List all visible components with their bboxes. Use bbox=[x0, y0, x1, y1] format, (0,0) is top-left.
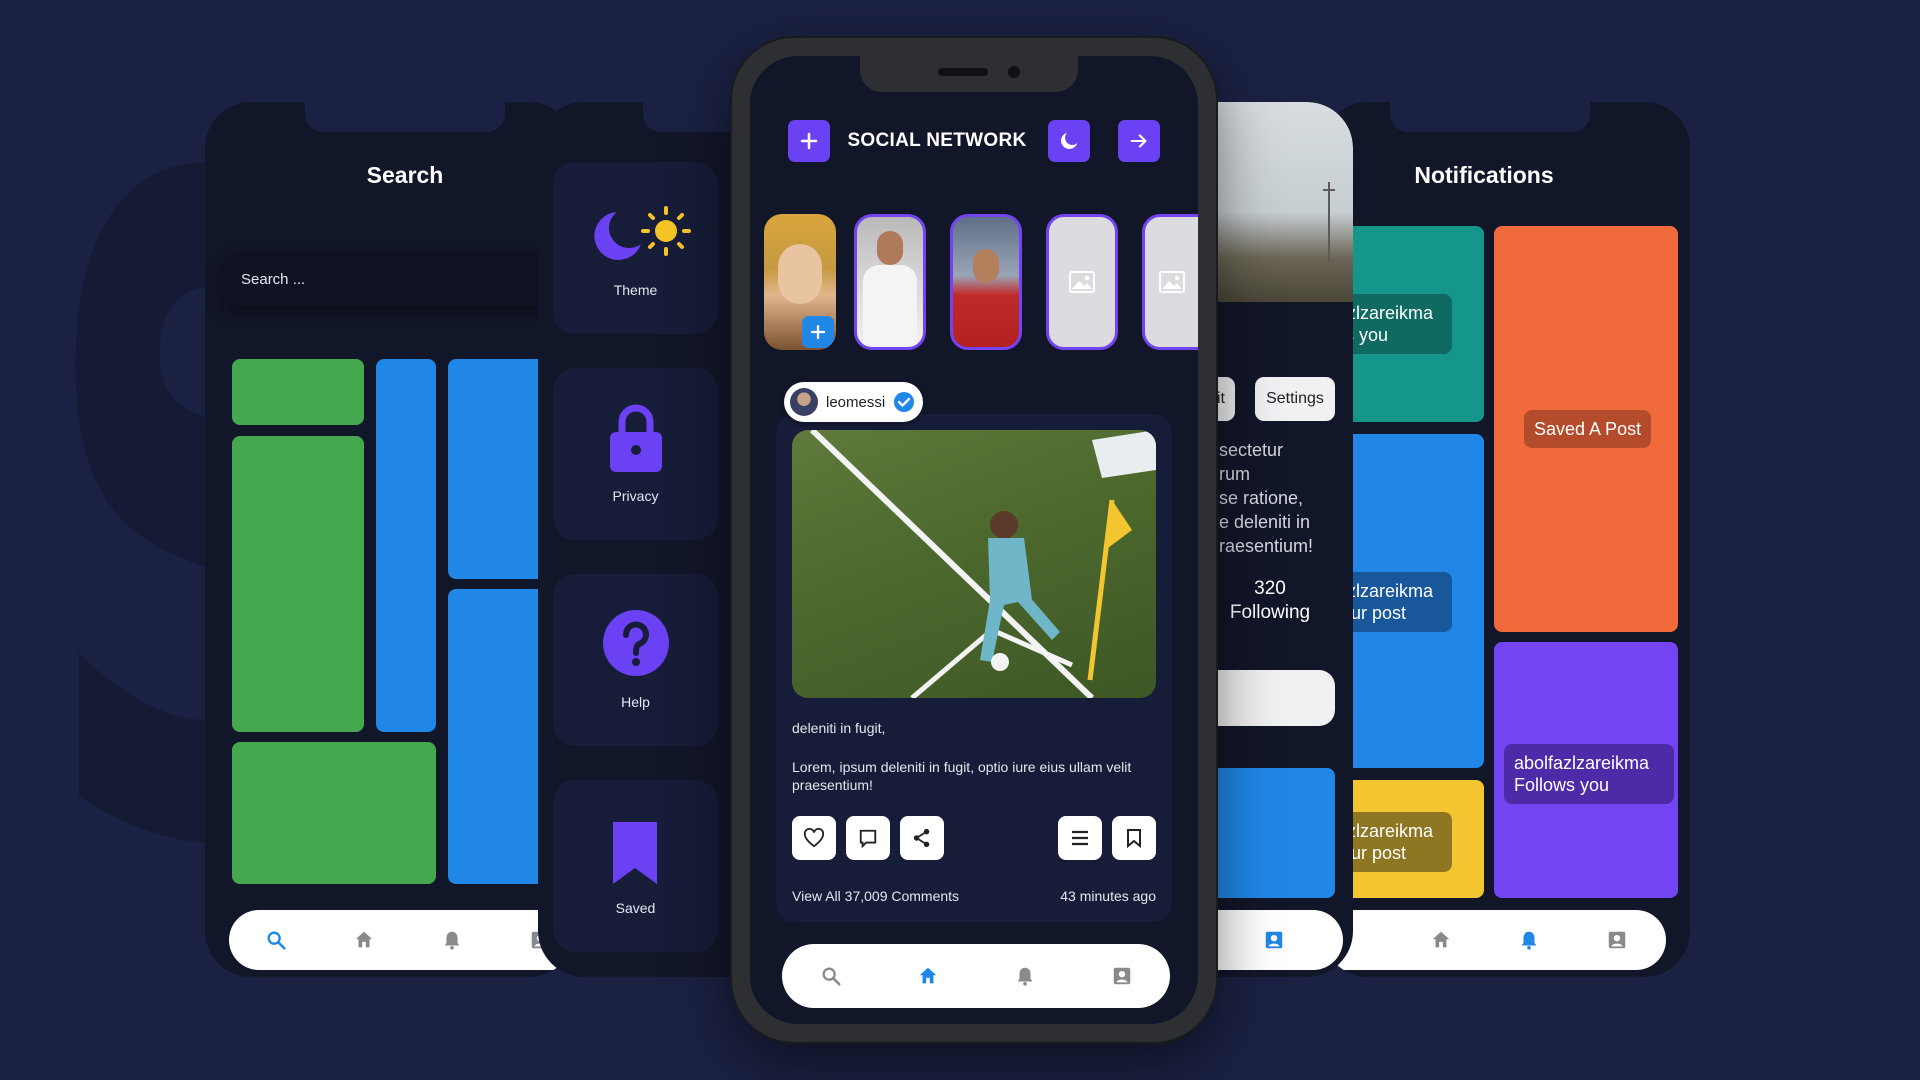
home-icon[interactable] bbox=[1428, 927, 1454, 953]
theme-toggle-button[interactable] bbox=[1048, 120, 1090, 162]
post-username: leomessi bbox=[826, 393, 886, 411]
bell-icon[interactable] bbox=[439, 927, 465, 953]
notification-text: abolfazlzareikma bbox=[1514, 753, 1650, 773]
grid-tile[interactable] bbox=[232, 359, 364, 425]
search-icon[interactable] bbox=[263, 927, 289, 953]
menu-button[interactable] bbox=[1058, 816, 1102, 860]
settings-label: Settings bbox=[1266, 390, 1324, 407]
story-item[interactable] bbox=[950, 214, 1022, 350]
story-own[interactable] bbox=[764, 214, 836, 350]
profile-phone: lit Settings sectetur rum se ratione, e … bbox=[1195, 102, 1353, 977]
grid-tile[interactable] bbox=[376, 359, 436, 732]
verified-icon bbox=[894, 392, 915, 412]
profile-bottom-nav bbox=[1195, 910, 1343, 970]
heart-icon bbox=[803, 828, 825, 848]
grid-tile[interactable] bbox=[232, 436, 364, 732]
bookmark-button[interactable] bbox=[1112, 816, 1156, 860]
bio-line: se ratione, bbox=[1219, 488, 1304, 508]
cover-photo bbox=[1195, 102, 1353, 302]
search-title: Search bbox=[366, 162, 444, 188]
logout-button[interactable] bbox=[1118, 120, 1160, 162]
theme-card[interactable]: Theme bbox=[553, 162, 718, 334]
post-image[interactable] bbox=[792, 430, 1156, 698]
home-icon[interactable] bbox=[351, 927, 377, 953]
app-title: SOCIAL NETWORK bbox=[847, 130, 1027, 151]
profile-icon[interactable] bbox=[1109, 963, 1135, 989]
story-placeholder[interactable] bbox=[1046, 214, 1118, 350]
settings-button[interactable]: Settings bbox=[1255, 377, 1335, 421]
post-card: deleniti in fugit, Lorem, ipsum deleniti… bbox=[776, 414, 1172, 922]
phone-notch bbox=[860, 56, 1078, 92]
notification-text: Follows you bbox=[1514, 775, 1610, 795]
comment-button[interactable] bbox=[846, 816, 890, 860]
notifications-bottom-nav bbox=[1322, 910, 1666, 970]
help-icon bbox=[603, 610, 669, 676]
story-placeholder[interactable] bbox=[1142, 214, 1198, 350]
bio-line: rum bbox=[1219, 464, 1250, 484]
theme-label: Theme bbox=[613, 282, 658, 298]
search-icon[interactable] bbox=[818, 963, 844, 989]
image-icon bbox=[1158, 271, 1185, 293]
story-item[interactable] bbox=[854, 214, 926, 350]
comments-link[interactable]: View All 37,009 Comments bbox=[792, 888, 959, 904]
home-icon[interactable] bbox=[915, 963, 941, 989]
help-card[interactable]: Help bbox=[553, 574, 718, 746]
image-icon bbox=[1069, 271, 1095, 293]
help-label: Help bbox=[621, 694, 650, 710]
profile-post-tile[interactable] bbox=[1195, 768, 1335, 898]
saved-card[interactable]: Saved bbox=[553, 780, 718, 952]
bio-line: sectetur bbox=[1219, 440, 1284, 460]
bio-line: raesentium! bbox=[1219, 536, 1314, 556]
privacy-card[interactable]: Privacy bbox=[553, 368, 718, 540]
search-input[interactable]: Search ... bbox=[223, 254, 575, 306]
profile-icon[interactable] bbox=[1261, 927, 1287, 953]
add-button[interactable] bbox=[788, 120, 830, 162]
search-phone: Search Search ... bbox=[205, 102, 575, 977]
saved-label: Saved bbox=[615, 900, 656, 916]
notifications-title: Notifications bbox=[1414, 162, 1554, 188]
search-bottom-nav bbox=[229, 910, 575, 970]
avatar bbox=[790, 388, 818, 416]
lock-icon bbox=[610, 404, 662, 472]
share-icon bbox=[913, 828, 930, 848]
search-placeholder: Search ... bbox=[241, 271, 306, 288]
caption-body: Lorem, ipsum deleniti in fugit, optio iu… bbox=[792, 759, 1132, 793]
plus-icon bbox=[810, 324, 826, 340]
bio-line: e deleniti in bbox=[1219, 512, 1311, 532]
arrow-right-icon bbox=[1130, 134, 1147, 148]
privacy-label: Privacy bbox=[612, 488, 659, 504]
bio-text: sectetur rum se ratione, e deleniti in r… bbox=[1219, 438, 1313, 558]
settings-phone: Theme Privacy Help Saved bbox=[538, 102, 738, 977]
notification-tile[interactable]: abolfazlzareikma Follows you bbox=[1494, 642, 1678, 898]
notifications-phone: Notifications fazlzareikma ws you Saved … bbox=[1322, 102, 1690, 977]
menu-icon bbox=[1072, 830, 1088, 846]
like-button[interactable] bbox=[792, 816, 836, 860]
bell-icon[interactable] bbox=[1516, 927, 1542, 953]
following-label[interactable]: Following bbox=[1215, 602, 1325, 624]
profile-icon[interactable] bbox=[1604, 927, 1630, 953]
comment-icon bbox=[859, 829, 877, 848]
post-author-chip[interactable]: leomessi bbox=[784, 382, 924, 422]
profile-action-bar[interactable] bbox=[1195, 670, 1335, 726]
bookmark-icon bbox=[1127, 829, 1141, 848]
notification-text: Saved A Post bbox=[1534, 419, 1642, 439]
home-bottom-nav bbox=[782, 944, 1170, 1008]
home-phone: SOCIAL NETWORK deleniti in fugit, Lorem,… bbox=[750, 56, 1198, 1024]
notification-chip: abolfazlzareikma Follows you bbox=[1504, 744, 1674, 804]
caption-title: deleniti in fugit, bbox=[792, 720, 886, 736]
bell-icon[interactable] bbox=[1012, 963, 1038, 989]
home-phone-frame: SOCIAL NETWORK deleniti in fugit, Lorem,… bbox=[732, 38, 1216, 1042]
moon-sun-icon bbox=[594, 206, 691, 260]
post-time: 43 minutes ago bbox=[1060, 888, 1156, 904]
notification-tile[interactable]: Saved A Post bbox=[1494, 226, 1678, 632]
notification-chip: Saved A Post bbox=[1524, 410, 1652, 448]
share-button[interactable] bbox=[900, 816, 944, 860]
bookmark-icon bbox=[613, 822, 657, 884]
moon-icon bbox=[1061, 132, 1078, 149]
grid-tile[interactable] bbox=[232, 742, 436, 884]
following-count: 320 bbox=[1254, 578, 1286, 599]
add-story-button[interactable] bbox=[802, 316, 834, 348]
